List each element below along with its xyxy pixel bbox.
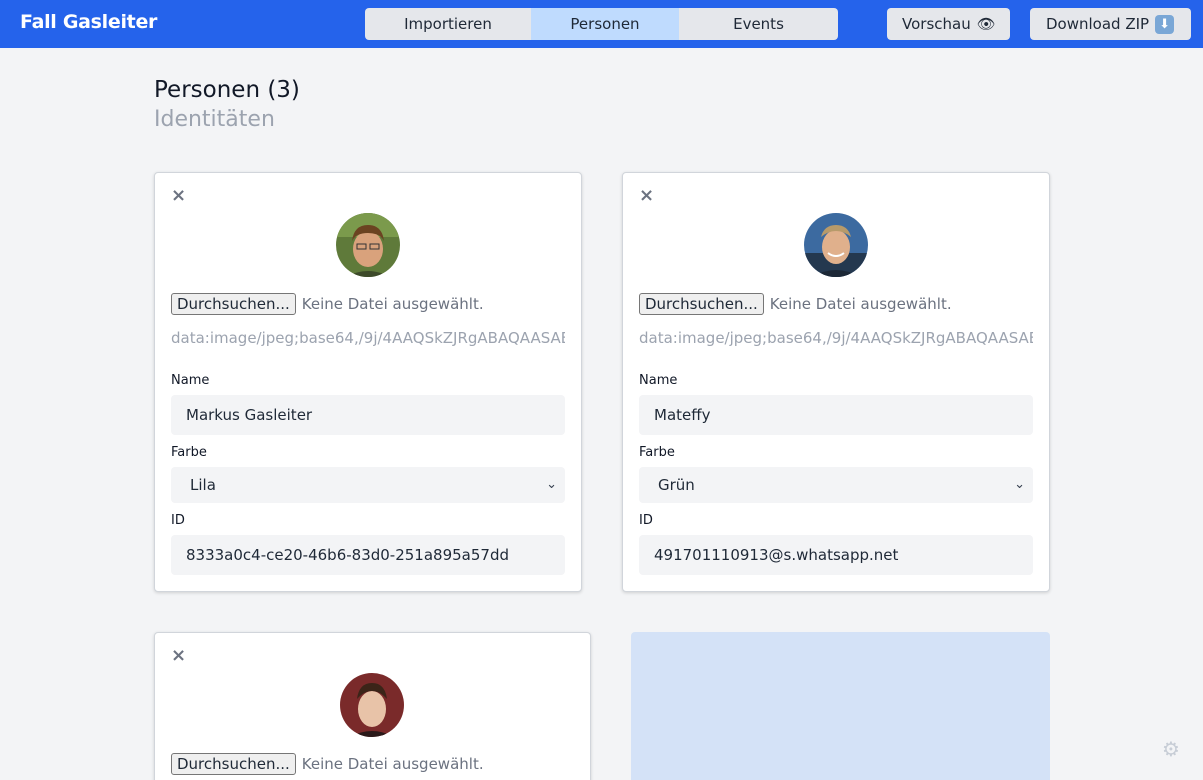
main-tabs: Importieren Personen Events (365, 8, 838, 40)
avatar[interactable] (340, 673, 404, 737)
no-file-label: Keine Datei ausgewählt. (769, 295, 952, 313)
person-card: × Durchsuchen... Keine Datei ausgewählt.… (622, 172, 1050, 592)
color-select-value: Grün (658, 476, 695, 494)
gear-icon[interactable]: ⚙ (1162, 737, 1180, 761)
chevron-down-icon: ⌄ (1014, 477, 1025, 492)
image-data-uri: data:image/jpeg;base64,/9j/4AAQSkZJRgABA… (171, 329, 565, 347)
color-select[interactable]: Lila ⌄ (171, 467, 565, 503)
file-picker: Durchsuchen... Keine Datei ausgewählt. (639, 293, 952, 315)
person-card: × Durchsuchen... Keine Datei ausgewählt. (154, 632, 591, 780)
remove-person-button[interactable]: × (171, 185, 186, 206)
name-field[interactable]: Markus Gasleiter (171, 395, 565, 435)
tab-events[interactable]: Events (679, 8, 838, 40)
remove-person-button[interactable]: × (171, 645, 186, 666)
name-field[interactable]: Mateffy (639, 395, 1033, 435)
image-data-uri: data:image/jpeg;base64,/9j/4AAQSkZJRgABA… (639, 329, 1033, 347)
browse-button[interactable]: Durchsuchen... (639, 293, 764, 315)
tab-importieren[interactable]: Importieren (365, 8, 531, 40)
avatar[interactable] (336, 213, 400, 277)
chevron-down-icon: ⌄ (546, 477, 557, 492)
top-bar: Fall Gasleiter Importieren Personen Even… (0, 0, 1203, 48)
app-title: Fall Gasleiter (20, 11, 158, 33)
color-select[interactable]: Grün ⌄ (639, 467, 1033, 503)
name-label: Name (171, 373, 210, 388)
color-label: Farbe (171, 445, 207, 460)
id-field[interactable]: 8333a0c4-ce20-46b6-83d0-251a895a57dd (171, 535, 565, 575)
preview-label: Vorschau (902, 15, 971, 33)
download-zip-button[interactable]: Download ZIP ⬇ (1030, 8, 1191, 40)
add-person-placeholder[interactable] (631, 632, 1050, 780)
color-select-value: Lila (190, 476, 216, 494)
color-label: Farbe (639, 445, 675, 460)
file-picker: Durchsuchen... Keine Datei ausgewählt. (171, 753, 484, 775)
no-file-label: Keine Datei ausgewählt. (301, 295, 484, 313)
no-file-label: Keine Datei ausgewählt. (301, 755, 484, 773)
name-label: Name (639, 373, 678, 388)
page-title: Personen (3) (154, 77, 300, 103)
download-arrow-icon: ⬇ (1155, 14, 1175, 34)
person-card: × Durchsuchen... Keine Datei ausgewählt.… (154, 172, 582, 592)
browse-button[interactable]: Durchsuchen... (171, 293, 296, 315)
avatar[interactable] (804, 213, 868, 277)
id-label: ID (171, 513, 185, 528)
id-label: ID (639, 513, 653, 528)
tab-personen[interactable]: Personen (531, 8, 679, 40)
page-heading: Personen (3) Identitäten (154, 77, 300, 132)
eye-icon: 👁 (976, 15, 996, 33)
remove-person-button[interactable]: × (639, 185, 654, 206)
id-field[interactable]: 491701110913@s.whatsapp.net (639, 535, 1033, 575)
file-picker: Durchsuchen... Keine Datei ausgewählt. (171, 293, 484, 315)
page-subtitle: Identitäten (154, 107, 275, 132)
download-zip-label: Download ZIP (1046, 15, 1150, 33)
preview-button[interactable]: Vorschau 👁 (887, 8, 1010, 40)
browse-button[interactable]: Durchsuchen... (171, 753, 296, 775)
